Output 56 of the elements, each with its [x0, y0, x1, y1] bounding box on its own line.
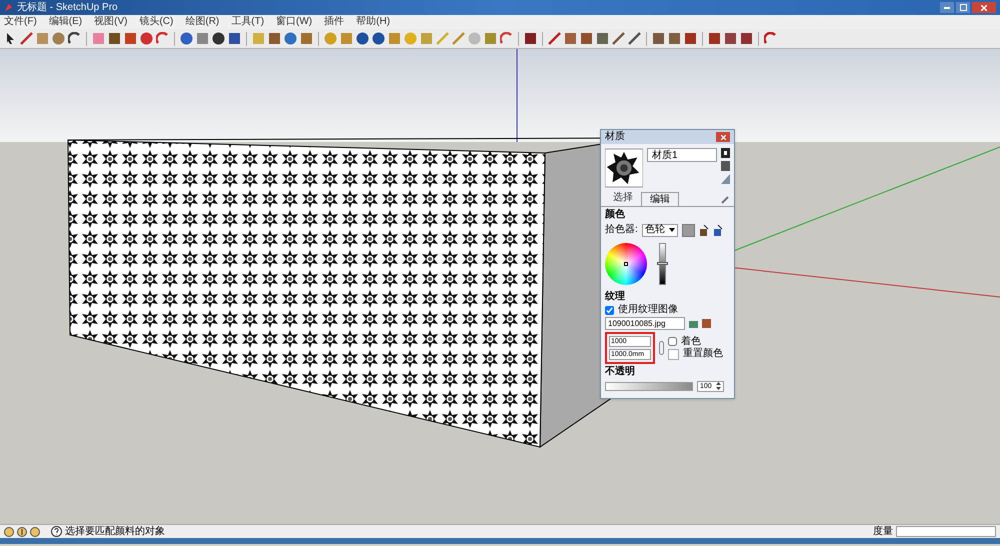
restore-icon: [960, 4, 966, 11]
pencil-icon[interactable]: [20, 32, 33, 45]
close-button[interactable]: [716, 132, 730, 142]
color-marker: [624, 262, 628, 266]
panel-tab[interactable]: 编辑: [641, 192, 679, 206]
section-heading: 颜色: [605, 209, 626, 222]
select-arrow-icon[interactable]: [4, 32, 17, 45]
measurements-label: 度量: [873, 526, 893, 536]
status-hint: 选择要匹配颜料的对象: [65, 526, 165, 536]
section-heading: 不透明: [605, 366, 636, 378]
credits-icon[interactable]: [17, 526, 27, 536]
brightness-thumb[interactable]: [657, 262, 668, 264]
reset-color-label[interactable]: 重置颜色: [683, 349, 723, 359]
panel-title: 材质: [605, 132, 625, 142]
menu-item[interactable]: 编辑(E): [48, 17, 82, 27]
checkbox-label: 使用纹理图像: [618, 305, 678, 315]
checkbox-label: 着色: [681, 336, 701, 346]
material-preview-drawing: [605, 148, 643, 188]
rectangle-icon[interactable]: [36, 32, 49, 45]
create-material-icon[interactable]: [721, 148, 730, 158]
chain-link-icon[interactable]: [659, 341, 664, 355]
geo-location-icon[interactable]: [4, 526, 14, 536]
texture-file-field[interactable]: 1090010085.jpg: [605, 317, 685, 330]
minimize-button[interactable]: [940, 2, 954, 13]
reset-color-swatch[interactable]: [668, 348, 679, 360]
picker-label: 拾色器:: [605, 225, 638, 235]
measurements-field[interactable]: [896, 526, 996, 537]
restore-button[interactable]: [956, 2, 970, 13]
menu-item[interactable]: 插件: [324, 17, 344, 27]
panel-tab[interactable]: 选择: [605, 192, 641, 204]
window-title: 无标题 - SketchUp Pro: [17, 2, 118, 12]
close-icon: [720, 134, 726, 140]
colorize-checkbox[interactable]: [668, 337, 677, 346]
color-wheel[interactable]: [605, 242, 647, 284]
section-heading: 纹理: [605, 290, 626, 303]
menu-item[interactable]: 文件(F): [4, 17, 37, 27]
menu-item[interactable]: 工具(T): [231, 17, 264, 27]
menu-item[interactable]: 绘图(R): [185, 17, 220, 27]
menu-item[interactable]: 镜头(C): [139, 17, 174, 27]
triangle-icon[interactable]: [721, 174, 730, 184]
app-logo-icon: [4, 3, 13, 12]
eyedropper-icon[interactable]: [721, 195, 730, 204]
arc-icon[interactable]: [68, 32, 81, 45]
spinner-arrows-icon: [716, 382, 721, 390]
close-button[interactable]: [972, 2, 996, 13]
minimize-icon: [944, 6, 950, 8]
use-texture-checkbox[interactable]: [605, 306, 614, 314]
user-icon[interactable]: [30, 526, 40, 536]
menu-item[interactable]: 窗口(W): [276, 17, 312, 27]
picker-dropdown[interactable]: 色轮: [642, 224, 678, 236]
close-icon: [981, 4, 987, 10]
color-swatch[interactable]: [682, 224, 695, 236]
menu-item[interactable]: 帮助(H): [356, 17, 390, 27]
menu-item[interactable]: 视图(V): [94, 17, 128, 27]
material-name-field[interactable]: 材质1: [647, 148, 717, 162]
dropdown-arrow-icon: [668, 228, 675, 232]
